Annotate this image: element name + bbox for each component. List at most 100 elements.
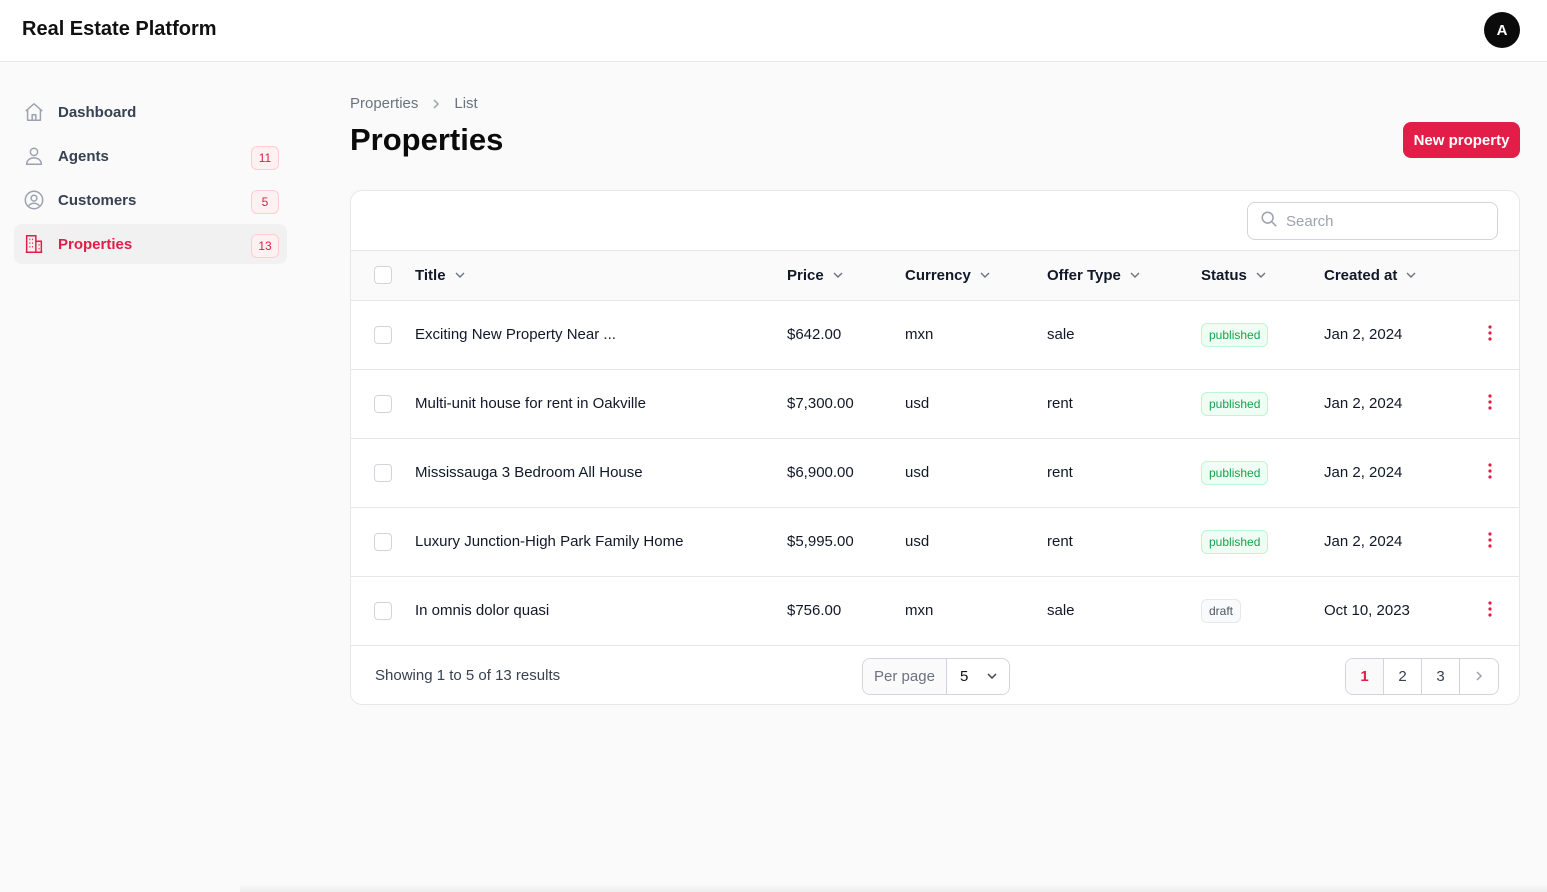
page-button-3[interactable]: 3 [1422,658,1460,694]
cell-offer-type: rent [1047,395,1073,412]
status-badge: published [1201,391,1269,416]
sidebar-item-label: Properties [58,235,133,253]
select-all-checkbox[interactable] [374,266,392,285]
cell-title: Exciting New Property Near ... [415,326,616,343]
column-header-title[interactable]: Title [415,267,466,284]
cell-title: Mississauga 3 Bedroom All House [415,464,643,481]
user-circle-icon [22,188,46,212]
column-header-status[interactable]: Status [1201,267,1267,284]
more-vertical-icon[interactable] [1487,393,1493,410]
building-icon [22,232,46,256]
table-toolbar [351,191,1519,251]
column-header-created-at[interactable]: Created at [1324,267,1417,284]
sidebar-item-label: Customers [58,191,137,209]
breadcrumb-link-properties[interactable]: Properties [350,95,418,112]
pagination: 1 2 3 [1345,657,1499,695]
sidebar-item-customers[interactable]: Customers 5 [14,180,287,220]
breadcrumb-current: List [454,95,478,112]
page-button-1[interactable]: 1 [1346,658,1384,694]
bottom-shadow [240,884,1547,892]
sidebar-item-dashboard[interactable]: Dashboard [14,92,287,132]
more-vertical-icon[interactable] [1487,600,1493,617]
per-page-label: Per page [863,658,947,694]
status-badge: draft [1201,598,1242,623]
cell-title: Multi-unit house for rent in Oakville [415,395,646,412]
avatar[interactable]: A [1484,12,1520,48]
top-bar: Real Estate Platform A [0,0,1547,62]
chevron-down-icon [1130,272,1140,279]
row-checkbox[interactable] [374,325,392,344]
chevron-down-icon [1406,272,1416,279]
cell-price: $6,900.00 [787,464,854,481]
table-row[interactable]: Mississauga 3 Bedroom All House $6,900.0… [351,438,1519,507]
next-page-button[interactable] [1460,659,1498,694]
cell-offer-type: sale [1047,602,1075,619]
table-row[interactable]: In omnis dolor quasi $756.00 mxn sale dr… [351,576,1519,645]
row-checkbox[interactable] [374,532,392,551]
sidebar-item-properties[interactable]: Properties 13 [14,224,287,264]
cell-price: $7,300.00 [787,395,854,412]
more-vertical-icon[interactable] [1487,531,1493,548]
count-badge: 5 [251,190,279,214]
chevron-down-icon [980,272,990,279]
cell-created-at: Jan 2, 2024 [1324,464,1403,481]
per-page-control: Per page 5 [862,657,1010,695]
table-row[interactable]: Multi-unit house for rent in Oakville $7… [351,369,1519,438]
cell-title: In omnis dolor quasi [415,602,550,619]
results-summary: Showing 1 to 5 of 13 results [375,666,561,684]
chevron-down-icon [455,272,465,279]
cell-currency: usd [905,533,930,550]
properties-table-card: Title Price Currency Offer Type Status C… [350,190,1520,705]
cell-currency: mxn [905,326,934,343]
sidebar-item-agents[interactable]: Agents 11 [14,136,287,176]
sidebar-item-label: Dashboard [58,103,137,121]
page-button-2[interactable]: 2 [1384,658,1422,694]
app-title[interactable]: Real Estate Platform [22,18,217,41]
chevron-down-icon [987,673,997,680]
status-badge: published [1201,322,1269,347]
sidebar-item-label: Agents [58,147,109,165]
cell-created-at: Jan 2, 2024 [1324,326,1403,343]
table-header-row: Title Price Currency Offer Type Status C… [351,251,1519,300]
search-icon [1260,210,1278,233]
table-footer: Showing 1 to 5 of 13 results Per page 5 … [351,646,1519,705]
cell-created-at: Jan 2, 2024 [1324,533,1403,550]
cell-created-at: Oct 10, 2023 [1324,602,1410,619]
cell-price: $5,995.00 [787,533,854,550]
chevron-down-icon [1256,272,1266,279]
column-header-offer-type[interactable]: Offer Type [1047,267,1141,284]
cell-price: $642.00 [787,326,842,343]
cell-currency: usd [905,395,930,412]
user-icon [22,144,46,168]
chevron-right-icon [430,98,442,110]
cell-currency: usd [905,464,930,481]
sidebar: Dashboard Agents 11 Customers 5 Properti… [14,92,287,268]
search-input[interactable] [1286,212,1476,230]
new-property-button[interactable]: New property [1403,122,1520,158]
cell-offer-type: sale [1047,326,1075,343]
column-header-currency[interactable]: Currency [905,267,991,284]
table-row[interactable]: Luxury Junction-High Park Family Home $5… [351,507,1519,576]
chevron-down-icon [833,272,843,279]
per-page-value: 5 [960,667,969,685]
search-field[interactable] [1247,202,1498,240]
count-badge: 13 [251,234,279,258]
status-badge: published [1201,460,1269,485]
more-vertical-icon[interactable] [1487,324,1493,341]
chevron-right-icon [1476,671,1483,681]
row-checkbox[interactable] [374,394,392,413]
cell-created-at: Jan 2, 2024 [1324,395,1403,412]
row-checkbox[interactable] [374,601,392,620]
home-icon [22,100,46,124]
per-page-select[interactable]: 5 [947,659,1009,694]
cell-currency: mxn [905,602,934,619]
count-badge: 11 [251,146,279,170]
page-title: Properties [350,122,504,157]
cell-price: $756.00 [787,602,842,619]
cell-offer-type: rent [1047,533,1073,550]
column-header-price[interactable]: Price [787,267,844,284]
row-checkbox[interactable] [374,463,392,482]
status-badge: published [1201,529,1269,554]
table-row[interactable]: Exciting New Property Near ... $642.00 m… [351,300,1519,369]
more-vertical-icon[interactable] [1487,462,1493,479]
